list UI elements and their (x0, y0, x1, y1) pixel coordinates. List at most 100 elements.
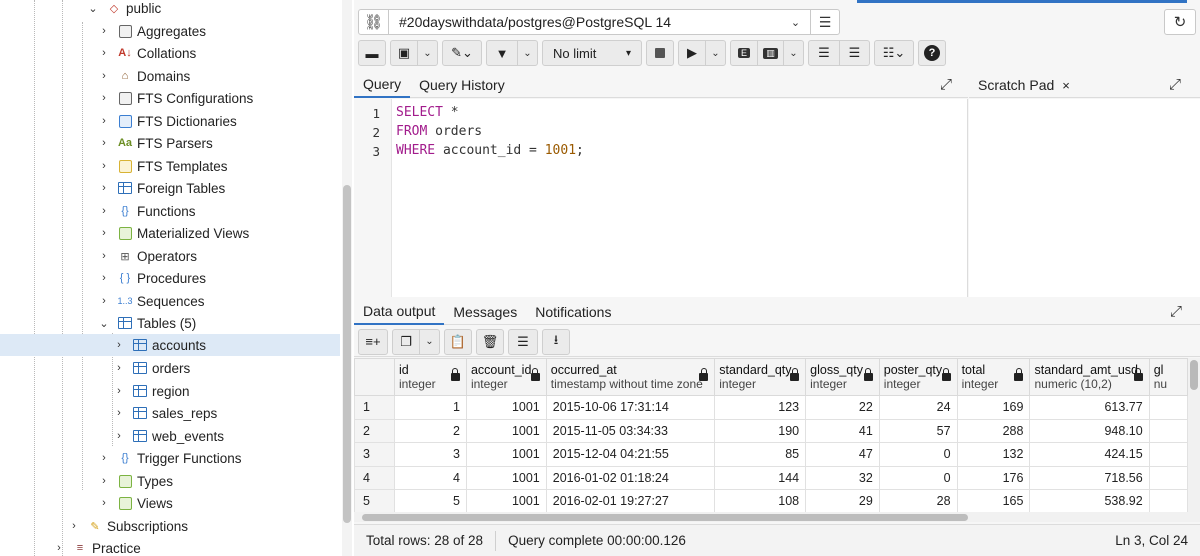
table-cell[interactable]: 29 (805, 489, 880, 512)
chevron-right-icon[interactable]: › (112, 339, 126, 351)
tree-node-subscriptions[interactable]: › ✎ Subscriptions (0, 515, 340, 537)
chevron-right-icon[interactable]: › (97, 115, 111, 127)
table-cell[interactable]: 1 (393, 395, 467, 420)
table-cell[interactable]: 948.10 (1029, 418, 1150, 443)
table-cell[interactable]: 1001 (465, 418, 547, 443)
chevron-right-icon[interactable]: › (97, 205, 111, 217)
chevron-down-icon[interactable]: ⌄ (97, 317, 111, 330)
column-header-gloss-qty[interactable]: gloss_qty integer (805, 358, 880, 396)
table-cell[interactable]: 2015-10-06 17:31:14 (545, 395, 716, 420)
tree-node-fts-dictionaries[interactable]: › FTS Dictionaries (0, 110, 340, 132)
table-cell[interactable]: 2015-11-05 03:34:33 (545, 418, 716, 443)
tree-node-procedures[interactable]: › { } Procedures (0, 267, 340, 289)
table-cell[interactable]: 288 (956, 418, 1031, 443)
paste-button[interactable]: 📋 (444, 328, 472, 355)
tree-node-fts-templates[interactable]: › FTS Templates (0, 155, 340, 177)
table-cell[interactable] (1148, 395, 1188, 420)
column-header-gloss-amt-usd[interactable]: gl nu (1148, 358, 1188, 396)
tab-query[interactable]: Query (354, 72, 411, 98)
tree-node-sequences[interactable]: › 1..3 Sequences (0, 290, 340, 312)
table-row[interactable]: 5 5 1001 2016-02-01 19:27:27 108 29 28 1… (354, 489, 1188, 512)
scratch-pad-editor[interactable] (969, 99, 1200, 297)
grid-horizontal-scrollbar-thumb[interactable] (362, 514, 968, 521)
row-number[interactable]: 4 (354, 465, 395, 490)
download-button[interactable]: ⭳ (542, 328, 570, 355)
chevron-right-icon[interactable]: › (97, 497, 111, 509)
save-dropdown[interactable]: ⌄ (417, 41, 437, 65)
column-header-standard-amt-usd[interactable]: standard_amt_usd numeric (10,2) (1029, 358, 1150, 396)
table-cell[interactable]: 24 (878, 395, 958, 420)
chevron-down-icon[interactable]: ⌄ (781, 10, 811, 34)
table-row[interactable]: 1 1 1001 2015-10-06 17:31:14 123 22 24 1… (354, 395, 1188, 420)
tree-node-operators[interactable]: › ⊞ Operators (0, 245, 340, 267)
tree-node-materialized-views[interactable]: › Materialized Views (0, 222, 340, 244)
chevron-right-icon[interactable]: › (97, 227, 111, 239)
table-cell[interactable]: 28 (878, 489, 958, 512)
chevron-right-icon[interactable]: › (97, 250, 111, 262)
tree-node-accounts[interactable]: › accounts (0, 334, 340, 356)
column-header-id[interactable]: id integer (393, 358, 467, 396)
table-cell[interactable]: 4 (393, 465, 467, 490)
table-cell[interactable]: 57 (878, 418, 958, 443)
save-button[interactable]: ▣ (391, 41, 417, 65)
table-cell[interactable]: 144 (714, 465, 807, 490)
chevron-right-icon[interactable]: › (97, 475, 111, 487)
table-cell[interactable]: 22 (805, 395, 880, 420)
table-cell[interactable]: 190 (714, 418, 807, 443)
chevron-right-icon[interactable]: › (97, 452, 111, 464)
table-cell[interactable]: 32 (805, 465, 880, 490)
row-number[interactable]: 2 (354, 418, 395, 443)
tree-node-fts-parsers[interactable]: › Aa FTS Parsers (0, 132, 340, 154)
tree-node-foreign-tables[interactable]: › Foreign Tables (0, 177, 340, 199)
column-header-total[interactable]: total integer (956, 358, 1031, 396)
chevron-right-icon[interactable]: › (97, 137, 111, 149)
edit-button[interactable]: ✎⌄ (443, 41, 481, 65)
row-number[interactable]: 3 (354, 442, 395, 467)
tab-notifications[interactable]: Notifications (526, 299, 620, 325)
tab-query-history[interactable]: Query History (410, 72, 514, 98)
expand-icon[interactable]: ⤢ (940, 76, 952, 93)
chevron-right-icon[interactable]: › (112, 385, 126, 397)
add-row-button[interactable]: ≡+ (358, 328, 388, 355)
table-cell[interactable]: 5 (393, 489, 467, 512)
table-cell[interactable]: 41 (805, 418, 880, 443)
explain-dropdown[interactable]: ⌄ (783, 41, 803, 65)
tree-node-public[interactable]: ⌄ ◇ public (0, 0, 340, 19)
copy-button[interactable]: ❐ (393, 330, 419, 354)
tree-node-collations[interactable]: › A↓ Collations (0, 42, 340, 64)
chevron-right-icon[interactable]: › (97, 182, 111, 194)
chevron-right-icon[interactable]: › (52, 542, 66, 554)
chevron-right-icon[interactable]: › (97, 295, 111, 307)
tree-node-orders[interactable]: › orders (0, 357, 340, 379)
tree-node-trigger-functions[interactable]: › {} Trigger Functions (0, 447, 340, 469)
table-cell[interactable]: 538.92 (1029, 489, 1150, 512)
chevron-right-icon[interactable]: › (97, 272, 111, 284)
row-number[interactable]: 1 (354, 395, 395, 420)
grid-vertical-scrollbar-thumb[interactable] (1190, 360, 1198, 390)
table-cell[interactable]: 0 (878, 442, 958, 467)
commit-button[interactable]: ☰ (809, 41, 839, 65)
tree-node-sales-reps[interactable]: › sales_reps (0, 402, 340, 424)
connection-status-icon[interactable]: ⛓ (359, 10, 389, 34)
table-cell[interactable] (1148, 418, 1188, 443)
expand-icon[interactable]: ⤢ (1170, 303, 1182, 320)
table-cell[interactable] (1148, 442, 1188, 467)
chevron-right-icon[interactable]: › (97, 160, 111, 172)
table-cell[interactable]: 718.56 (1029, 465, 1150, 490)
tree-node-web-events[interactable]: › web_events (0, 425, 340, 447)
table-cell[interactable] (1148, 465, 1188, 490)
tree-node-practice[interactable]: › ≡ Practice (0, 537, 340, 556)
table-cell[interactable]: 2016-01-02 01:18:24 (545, 465, 716, 490)
table-cell[interactable]: 176 (956, 465, 1031, 490)
table-cell[interactable]: 123 (714, 395, 807, 420)
delete-button[interactable]: 🗑 (476, 328, 504, 355)
chevron-down-icon[interactable]: ⌄ (86, 2, 100, 15)
database-stack-icon[interactable]: ☰ (811, 10, 839, 34)
table-row[interactable]: 2 2 1001 2015-11-05 03:34:33 190 41 57 2… (354, 418, 1188, 443)
table-cell[interactable]: 85 (714, 442, 807, 467)
column-header-poster-qty[interactable]: poster_qty integer (878, 358, 958, 396)
tab-scratch-pad[interactable]: Scratch Pad × (969, 72, 1079, 98)
copy-dropdown[interactable]: ⌄ (419, 329, 439, 354)
table-cell[interactable]: 1001 (465, 489, 547, 512)
table-cell[interactable]: 3 (393, 442, 467, 467)
